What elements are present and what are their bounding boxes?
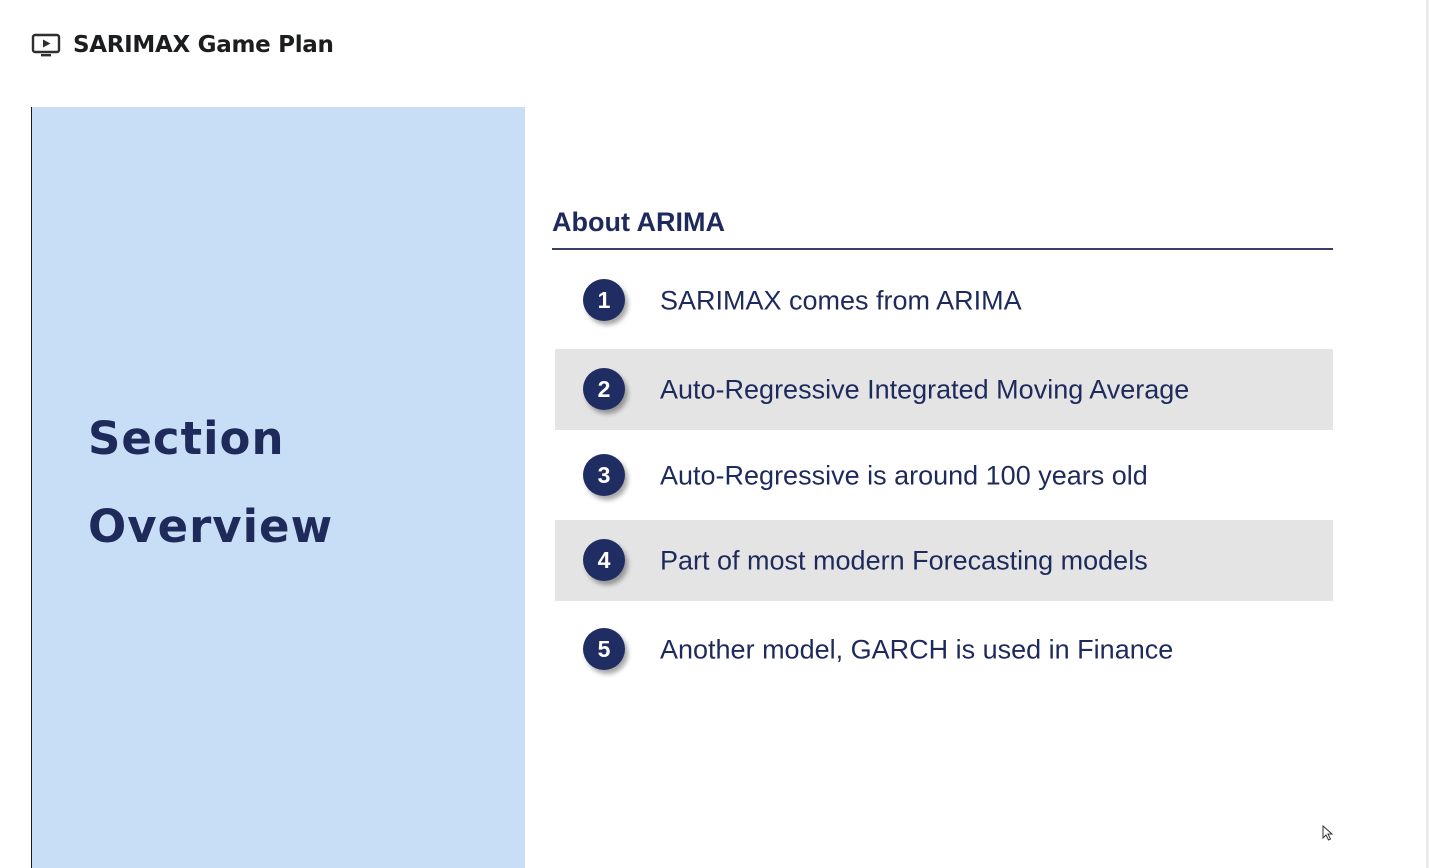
lecture-page: SARIMAX Game Plan Section Overview About… [0,0,1429,868]
list-item-text: Auto-Regressive Integrated Moving Averag… [660,374,1190,404]
lecture-header: SARIMAX Game Plan [31,28,334,62]
number-badge: 1 [583,278,625,321]
number-badge: 2 [583,367,625,410]
list-item-text: Part of most modern Forecasting models [660,545,1148,575]
list-item: 2 Auto-Regressive Integrated Moving Aver… [555,349,1333,430]
mouse-cursor-icon [1322,824,1334,841]
list-item-text: SARIMAX comes from ARIMA [660,285,1022,315]
list-item: 1 SARIMAX comes from ARIMA [555,260,1333,341]
list-item-text: Another model, GARCH is used in Finance [660,634,1174,664]
list-item: 3 Auto-Regressive is around 100 years ol… [555,435,1333,516]
list-item-text: Auto-Regressive is around 100 years old [660,460,1148,490]
number-badge: 3 [583,453,625,496]
list-item: 4 Part of most modern Forecasting models [555,520,1333,601]
slide: Section Overview About ARIMA 1 SARIMAX c… [31,107,1426,868]
title-divider [552,248,1333,250]
section-title: Section Overview [88,395,333,571]
lecture-title: SARIMAX Game Plan [73,32,334,58]
list-item: 5 Another model, GARCH is used in Financ… [555,609,1333,690]
video-player-icon [31,32,61,58]
number-badge: 5 [583,627,625,670]
about-title: About ARIMA [552,207,725,237]
section-title-line-2: Overview [88,500,334,553]
section-title-line-1: Section [88,412,285,465]
slide-left-panel: Section Overview [31,107,525,868]
number-badge: 4 [583,538,625,581]
